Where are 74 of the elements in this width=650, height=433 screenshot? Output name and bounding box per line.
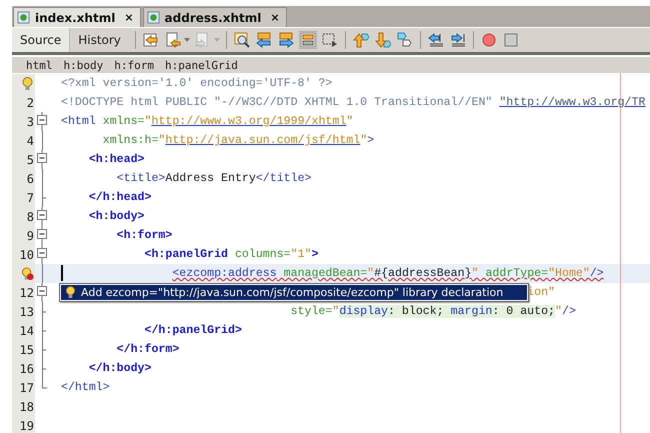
line-number: 18	[20, 400, 34, 414]
rectangle-selection-icon[interactable]	[322, 32, 338, 48]
code-line: <h:panelGrid columns="1">	[144, 248, 318, 261]
line-number: 12	[20, 286, 34, 300]
arrow-right-icon[interactable]	[278, 32, 294, 48]
line-number: 19	[20, 418, 34, 432]
code-line: </h:panelGrid>	[144, 324, 242, 337]
shift-right-icon[interactable]	[450, 32, 466, 48]
code-line: </h:body>	[88, 362, 152, 375]
record-icon[interactable]	[480, 32, 497, 48]
breadcrumb-item[interactable]: h:form	[114, 58, 154, 72]
code-line: <?xml version='1.0' encoding='UTF-8' ?>	[61, 77, 332, 90]
file-tab[interactable]: index.xhtml ×	[13, 7, 141, 27]
hint-item[interactable]: Add ezcomp="http://java.sun.com/jsf/composite/ezcomp" library declaration	[61, 285, 527, 300]
close-button[interactable]: ×	[270, 11, 280, 24]
breadcrumb-item[interactable]: html	[26, 58, 52, 72]
file-icon	[17, 11, 30, 24]
line-number: 2	[26, 96, 34, 110]
collapse-icon	[35, 283, 49, 302]
collapse-icon	[35, 112, 49, 131]
view-tab[interactable]: Source	[12, 28, 70, 52]
tab-label[interactable]: index.xhtml	[35, 10, 116, 24]
code-line: style="display: block; margin: 0 auto;"/>	[290, 305, 576, 318]
close-button[interactable]: ×	[124, 11, 134, 24]
line-number: 7	[26, 190, 34, 204]
line-number: 5	[26, 152, 34, 166]
lightbulb-icon	[65, 286, 76, 299]
arrow-up-icon[interactable]	[352, 32, 369, 48]
tag-icon[interactable]	[396, 32, 413, 48]
code-line: <ezcomp:address managedBean="#{addressBean}" addrType="Home"/>	[172, 267, 604, 280]
line-number: 6	[26, 172, 34, 186]
line-number: 10	[20, 248, 34, 262]
collapse-icon	[35, 226, 49, 245]
line-number: 16	[20, 362, 34, 376]
line-number: 9	[26, 228, 34, 242]
collapse-icon	[35, 245, 49, 264]
search-icon[interactable]	[234, 32, 250, 48]
line-number: 17	[20, 380, 34, 394]
line-number: 13	[20, 304, 34, 318]
code-line: xmlns:h="http://java.sun.com/jsf/html">	[102, 134, 374, 147]
caret-icon[interactable]	[184, 38, 190, 42]
view-tab[interactable]: History	[70, 28, 129, 52]
arrow-left-icon[interactable]	[256, 32, 272, 48]
code-line: <h:head>	[88, 153, 145, 166]
arrow-down-icon[interactable]	[374, 32, 391, 48]
code-line: <title>Address Entry</title>	[116, 172, 312, 185]
breadcrumb-item[interactable]: h:panelGrid	[165, 58, 238, 72]
code-line: </html>	[61, 381, 110, 394]
code-line: <h:body>	[88, 210, 145, 223]
back-arrow-icon[interactable]	[142, 32, 159, 48]
line-number: 15	[20, 342, 34, 356]
code-line: <h:form>	[116, 229, 172, 242]
collapse-icon	[35, 207, 49, 226]
file-tab[interactable]: address.xhtml ×	[142, 7, 287, 27]
line-number: 3	[26, 114, 34, 128]
tab-label[interactable]: address.xhtml	[164, 10, 262, 24]
file-icon	[146, 11, 160, 24]
line-number: 14	[20, 324, 34, 338]
collapse-icon	[35, 150, 49, 169]
document-arrow-icon[interactable]	[164, 32, 181, 48]
text-cursor	[61, 265, 63, 281]
shift-left-icon[interactable]	[428, 32, 444, 48]
stop-icon[interactable]	[502, 32, 519, 48]
fold-end-icon	[42, 188, 46, 207]
code-line: </h:head>	[88, 191, 152, 204]
breadcrumb-item[interactable]: h:body	[64, 58, 104, 72]
code-line: <!DOCTYPE html PUBLIC "-//W3C//DTD XHTML 1.0 Transitional//EN" "http://www.w3.org/TR	[61, 96, 646, 109]
code-line: ion"	[527, 286, 555, 299]
line-number: 4	[26, 134, 34, 148]
code-line: </h:form>	[116, 343, 180, 356]
code-line: <html xmlns="http://www.w3.org/1999/xhtml"	[61, 115, 354, 128]
caret-icon	[214, 38, 220, 42]
highlight-toggle-icon[interactable]	[300, 32, 316, 48]
line-number: 8	[26, 210, 34, 224]
